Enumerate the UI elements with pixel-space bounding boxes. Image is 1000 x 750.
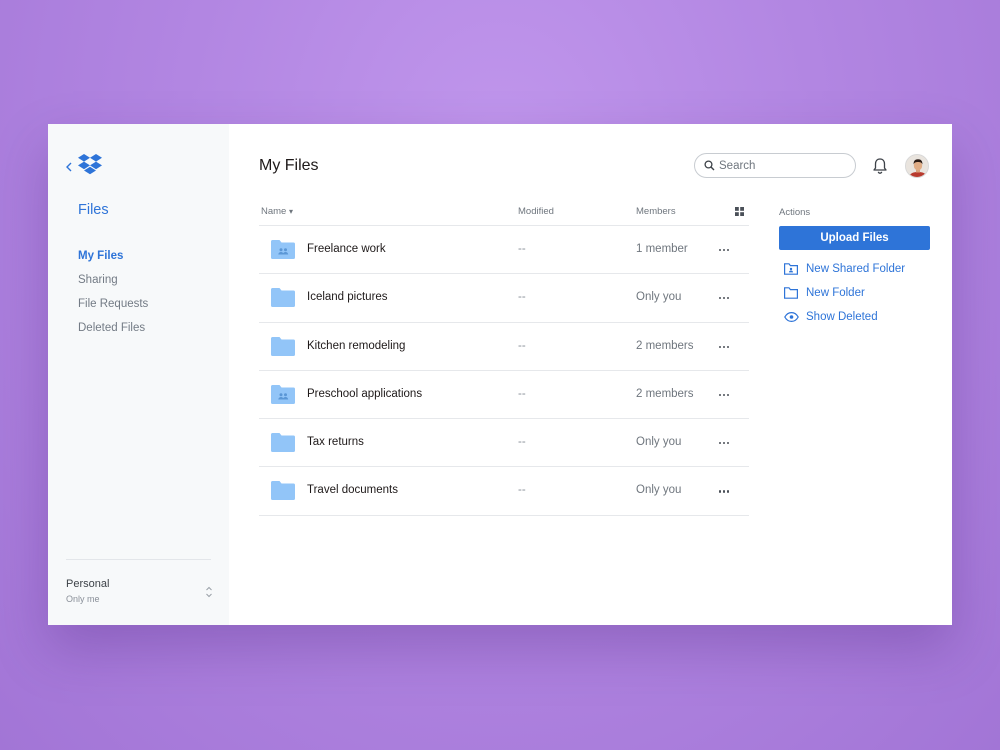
file-modified: -- — [518, 291, 526, 304]
more-options-icon[interactable] — [717, 291, 731, 305]
file-modified: -- — [518, 484, 526, 497]
file-name[interactable]: Tax returns — [307, 436, 364, 448]
file-name[interactable]: Preschool applications — [307, 388, 422, 400]
new-folder-label: New Folder — [806, 287, 865, 299]
table-row[interactable]: Freelance work -- 1 member — [259, 226, 749, 275]
column-header-modified[interactable]: Modified — [518, 206, 554, 217]
user-avatar[interactable] — [905, 154, 929, 178]
account-name: Personal — [66, 578, 110, 590]
more-options-icon[interactable] — [717, 388, 731, 402]
file-name[interactable]: Travel documents — [307, 484, 398, 496]
shared-folder-icon — [784, 263, 798, 275]
table-row[interactable]: Tax returns -- Only you — [259, 419, 749, 468]
avatar-portrait-icon — [906, 155, 928, 177]
dropbox-logo-icon[interactable] — [78, 154, 102, 176]
more-options-icon[interactable] — [717, 484, 731, 498]
table-row[interactable]: Iceland pictures -- Only you — [259, 274, 749, 323]
sidebar: Files My Files Sharing File Requests Del… — [48, 124, 229, 625]
file-name[interactable]: Kitchen remodeling — [307, 340, 405, 352]
new-shared-folder-link[interactable]: New Shared Folder — [779, 262, 929, 278]
sort-caret-icon: ▾ — [288, 207, 293, 216]
sidebar-item-my-files[interactable]: My Files — [78, 249, 148, 273]
search-icon — [704, 160, 715, 171]
file-members: Only you — [636, 436, 682, 449]
folder-icon — [784, 287, 798, 299]
file-modified: -- — [518, 339, 526, 352]
grid-view-icon[interactable] — [735, 207, 744, 216]
more-options-icon[interactable] — [717, 340, 731, 354]
table-row[interactable]: Travel documents -- Only you — [259, 467, 749, 516]
sidebar-item-file-requests[interactable]: File Requests — [78, 297, 148, 321]
folder-icon — [271, 433, 295, 453]
folder-icon — [271, 481, 295, 501]
sidebar-item-sharing[interactable]: Sharing — [78, 273, 148, 297]
file-table: Name ▾ Modified Members Freelance work -… — [259, 199, 749, 516]
bell-icon[interactable] — [872, 157, 888, 175]
show-deleted-label: Show Deleted — [806, 311, 878, 323]
main-content: My Files Name — [229, 124, 952, 625]
app-window: Files My Files Sharing File Requests Del… — [48, 124, 952, 625]
more-options-icon[interactable] — [717, 436, 731, 450]
table-header: Name ▾ Modified Members — [259, 199, 749, 226]
column-header-name[interactable]: Name ▾ — [261, 206, 293, 217]
actions-panel: Actions Upload Files New Shared Folder N… — [779, 207, 931, 323]
new-folder-link[interactable]: New Folder — [779, 286, 929, 302]
actions-label: Actions — [779, 207, 811, 218]
column-header-members[interactable]: Members — [636, 206, 676, 217]
table-row[interactable]: Kitchen remodeling -- 2 members — [259, 323, 749, 371]
new-shared-folder-label: New Shared Folder — [806, 263, 906, 275]
sidebar-divider — [66, 559, 211, 560]
more-options-icon[interactable] — [717, 243, 731, 257]
shared-folder-icon — [271, 384, 295, 404]
eye-icon — [784, 311, 799, 323]
file-members: 2 members — [636, 339, 694, 352]
file-members: Only you — [636, 291, 682, 304]
search-box[interactable] — [694, 153, 856, 178]
file-modified: -- — [518, 436, 526, 449]
file-name[interactable]: Iceland pictures — [307, 291, 388, 303]
folder-icon — [271, 288, 295, 308]
file-members: 2 members — [636, 387, 694, 400]
file-modified: -- — [518, 387, 526, 400]
file-members: 1 member — [636, 243, 688, 255]
upload-files-button[interactable]: Upload Files — [779, 226, 930, 250]
file-members: Only you — [636, 484, 682, 497]
account-subtitle: Only me — [66, 594, 100, 604]
shared-folder-icon — [271, 240, 295, 259]
file-name[interactable]: Freelance work — [307, 243, 386, 255]
sidebar-nav: My Files Sharing File Requests Deleted F… — [78, 249, 148, 345]
page-title: My Files — [259, 157, 319, 174]
table-row[interactable]: Preschool applications -- 2 members — [259, 371, 749, 420]
show-deleted-link[interactable]: Show Deleted — [779, 310, 929, 326]
file-modified: -- — [518, 243, 526, 255]
search-input[interactable] — [719, 157, 849, 174]
up-down-chevron-icon[interactable] — [205, 585, 213, 599]
sidebar-title: Files — [78, 202, 109, 218]
sidebar-item-deleted-files[interactable]: Deleted Files — [78, 321, 148, 345]
back-chevron-icon[interactable] — [64, 160, 74, 174]
folder-icon — [271, 336, 295, 356]
column-name-label: Name — [261, 206, 287, 217]
account-switcher[interactable]: Personal Only me — [66, 578, 215, 608]
